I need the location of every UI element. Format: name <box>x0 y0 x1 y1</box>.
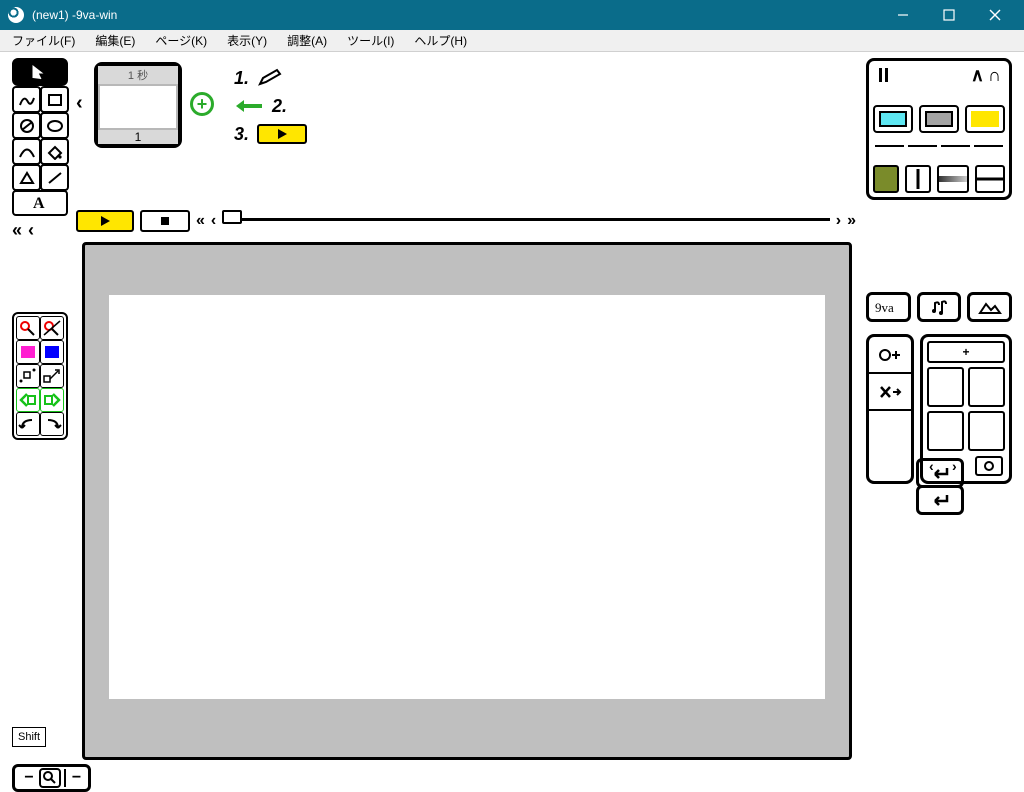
tool-curve[interactable] <box>12 138 41 165</box>
picker-red-1[interactable] <box>16 316 40 340</box>
align-add[interactable]: + <box>927 341 1005 363</box>
tool-ellipse[interactable] <box>40 112 69 139</box>
arrow-left-icon <box>234 98 264 114</box>
pencil-icon <box>257 68 283 88</box>
tool-triangle[interactable] <box>12 164 41 191</box>
zoom-bar: − − <box>12 764 91 792</box>
maximize-button[interactable] <box>926 0 972 30</box>
seek-next[interactable]: › <box>836 212 841 230</box>
opt-dash[interactable] <box>975 165 1005 193</box>
fill-color[interactable] <box>16 340 40 364</box>
window-title: (new1) -9va-win <box>32 8 117 22</box>
stop-button[interactable] <box>140 210 190 232</box>
hint-steps: 1. 2. 3. <box>234 64 307 148</box>
titlebar: (new1) -9va-win <box>0 0 1024 30</box>
undo-button[interactable] <box>16 412 40 436</box>
panel-handle[interactable] <box>873 65 888 82</box>
tool-page-first[interactable]: « <box>12 220 22 241</box>
frame-thumbnail[interactable]: 1 秒 1 <box>94 62 182 148</box>
opt-gradient[interactable] <box>937 165 969 193</box>
minimize-button[interactable] <box>880 0 926 30</box>
seek-last[interactable]: » <box>847 212 856 230</box>
fill-yellow[interactable] <box>965 105 1005 133</box>
seek-first[interactable]: « <box>196 212 205 230</box>
menu-edit[interactable]: 編集(E) <box>87 30 143 51</box>
panel-up-2[interactable]: ∩ <box>988 65 1001 86</box>
style-panel: ∧ ∩ <box>866 58 1012 200</box>
sound-icon[interactable] <box>917 292 962 322</box>
frame-prev[interactable]: ‹ <box>76 92 83 115</box>
enter-2[interactable] <box>916 485 964 515</box>
hint-play-button[interactable] <box>257 124 307 144</box>
stroke-color[interactable] <box>40 340 64 364</box>
zoom-out[interactable]: − <box>19 769 39 787</box>
frame-preview <box>100 86 176 128</box>
hint-2-label: 2. <box>272 96 287 117</box>
menu-view[interactable]: 表示(Y) <box>219 30 275 51</box>
align-bl[interactable] <box>927 411 964 451</box>
prev-shape[interactable] <box>16 388 40 412</box>
panel-up-1[interactable]: ∧ <box>971 65 984 86</box>
enter-buttons <box>916 458 964 512</box>
canvas-area <box>82 242 852 760</box>
color-panel <box>12 312 68 440</box>
zoom-fit[interactable] <box>39 768 61 788</box>
node-edit-1[interactable] <box>16 364 40 388</box>
add-frame-button[interactable]: + <box>190 92 214 116</box>
tool-fill[interactable] <box>40 138 69 165</box>
tool-page-prev[interactable]: ‹ <box>28 220 34 241</box>
picker-red-2[interactable] <box>40 316 64 340</box>
zoom-in[interactable]: − <box>64 769 84 787</box>
key-add[interactable] <box>869 337 911 374</box>
opt-solid[interactable] <box>873 165 899 193</box>
opt-linewidth[interactable] <box>905 165 931 193</box>
close-button[interactable] <box>972 0 1018 30</box>
left-toolbar: A « ‹ <box>12 58 68 241</box>
fill-gray[interactable] <box>919 105 959 133</box>
tool-text[interactable]: A <box>12 190 68 216</box>
align-tl[interactable] <box>927 367 964 407</box>
tool-rect[interactable] <box>40 86 69 113</box>
align-br[interactable] <box>968 411 1005 451</box>
tool-freehand[interactable] <box>12 86 41 113</box>
svg-text:9va: 9va <box>875 300 894 315</box>
tool-noshape[interactable] <box>12 112 41 139</box>
tool-select[interactable] <box>12 58 68 86</box>
menu-file[interactable]: ファイル(F) <box>4 30 83 51</box>
timeline-head[interactable] <box>222 210 242 224</box>
logo-9va-icon[interactable]: 9va <box>866 292 911 322</box>
seek-prev[interactable]: ‹ <box>211 212 216 230</box>
image-icon[interactable] <box>967 292 1012 322</box>
next-shape[interactable] <box>40 388 64 412</box>
tool-line[interactable] <box>40 164 69 191</box>
svg-text:A: A <box>33 195 45 212</box>
fill-cyan[interactable] <box>873 105 913 133</box>
workspace: A « ‹ <box>0 52 1024 745</box>
swatch-blue <box>45 346 59 358</box>
menubar: ファイル(F) 編集(E) ページ(K) 表示(Y) 調整(A) ツール(I) … <box>0 30 1024 52</box>
menu-tool[interactable]: ツール(I) <box>339 30 402 51</box>
play-button[interactable] <box>76 210 134 232</box>
hint-1-label: 1. <box>234 68 249 89</box>
redo-button[interactable] <box>40 412 64 436</box>
frame-number: 1 <box>98 130 178 144</box>
key-blank[interactable] <box>869 411 911 481</box>
frame-duration: 1 秒 <box>98 66 178 84</box>
hint-3-label: 3. <box>234 124 249 145</box>
enter-1[interactable] <box>916 458 964 488</box>
menu-adjust[interactable]: 調整(A) <box>279 30 335 51</box>
shift-toggle[interactable]: Shift <box>12 727 46 747</box>
menu-help[interactable]: ヘルプ(H) <box>406 30 475 51</box>
app-icon <box>8 7 24 23</box>
menu-page[interactable]: ページ(K) <box>147 30 215 51</box>
media-buttons: 9va <box>866 292 1012 322</box>
swatch-magenta <box>21 346 35 358</box>
key-remove[interactable] <box>869 374 911 411</box>
align-tr[interactable] <box>968 367 1005 407</box>
node-edit-2[interactable] <box>40 364 64 388</box>
record-button[interactable] <box>975 456 1003 476</box>
playbar: « ‹ › » <box>76 207 856 235</box>
canvas[interactable] <box>109 295 825 699</box>
timeline-track[interactable] <box>222 218 830 224</box>
